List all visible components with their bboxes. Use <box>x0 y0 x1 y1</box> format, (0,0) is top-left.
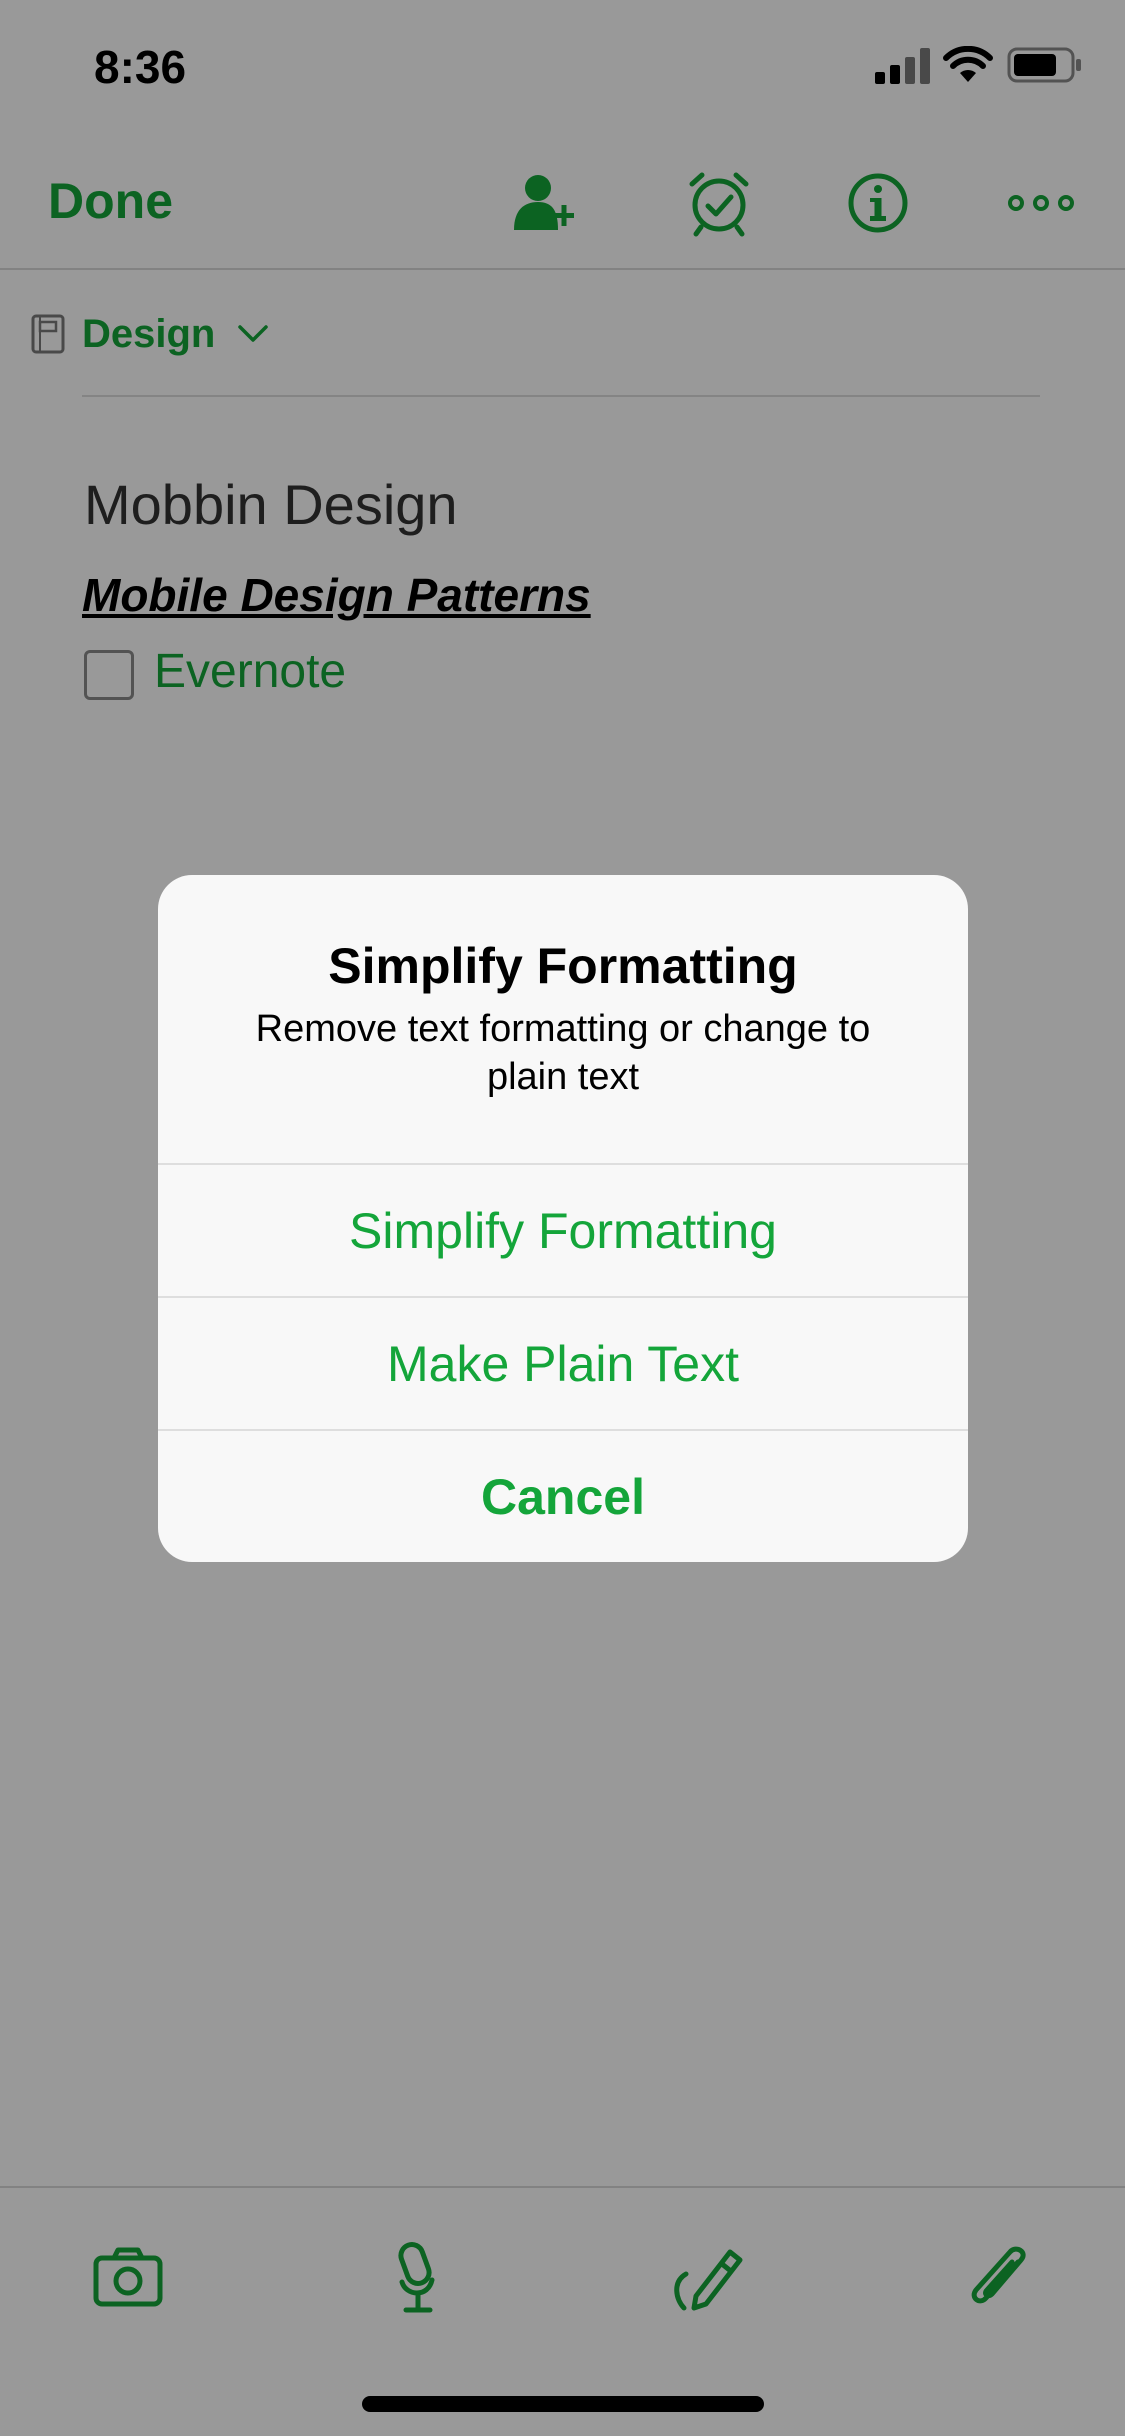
simplify-formatting-alert: Simplify Formatting Remove text formatti… <box>158 875 968 1562</box>
simplify-formatting-button[interactable]: Simplify Formatting <box>158 1163 968 1296</box>
make-plain-text-button[interactable]: Make Plain Text <box>158 1296 968 1429</box>
cancel-button[interactable]: Cancel <box>158 1429 968 1562</box>
alert-title: Simplify Formatting <box>328 938 798 994</box>
alert-message: Remove text formatting or change to plai… <box>255 1008 871 1098</box>
